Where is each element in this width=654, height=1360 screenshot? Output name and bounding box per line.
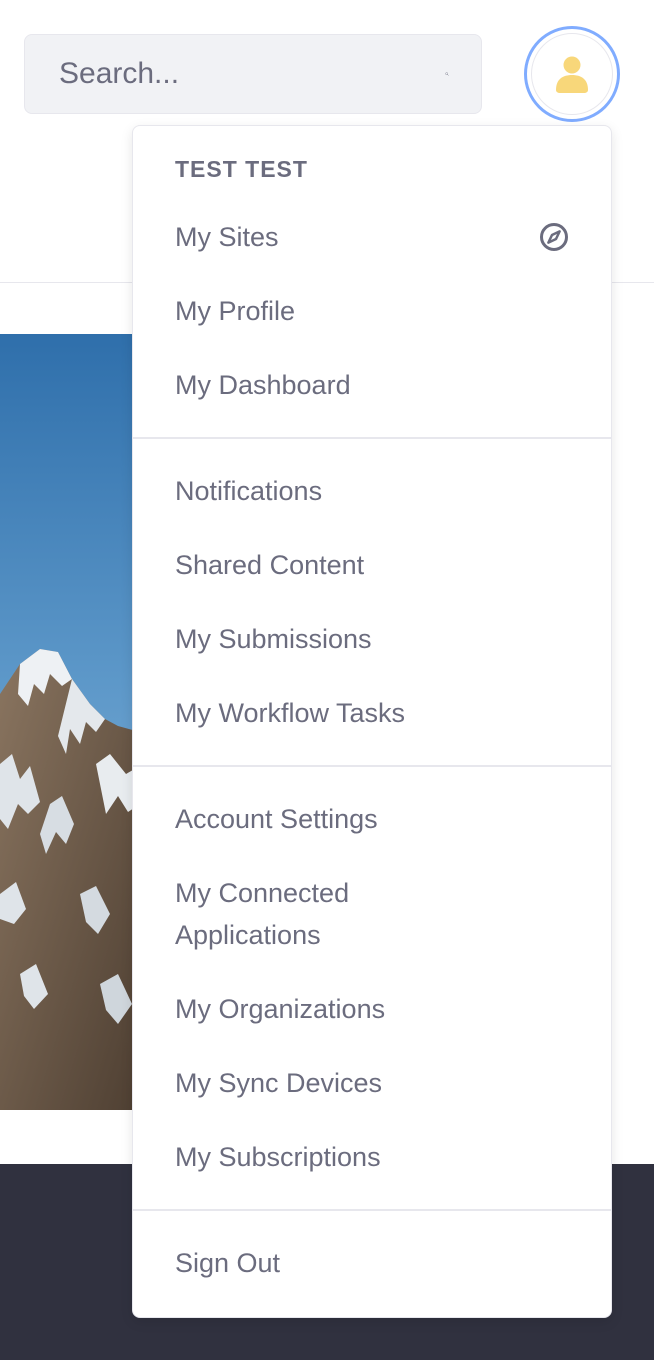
menu-item-label: My Sites — [175, 222, 279, 252]
search-box[interactable] — [24, 34, 482, 114]
menu-item-label: My Submissions — [175, 624, 372, 654]
menu-item-my-sync-devices[interactable]: My Sync Devices — [133, 1046, 611, 1120]
search-input[interactable] — [59, 57, 445, 91]
menu-item-label: My Connected Applications — [175, 878, 350, 950]
menu-item-label: My Dashboard — [175, 370, 351, 400]
menu-item-label: My Profile — [175, 296, 296, 326]
menu-item-shared-content[interactable]: Shared Content — [133, 528, 611, 602]
menu-divider — [133, 437, 611, 439]
menu-item-my-organizations[interactable]: My Organizations — [133, 972, 611, 1046]
avatar — [531, 33, 613, 115]
compass-icon — [540, 223, 568, 251]
menu-item-label: Sign Out — [175, 1248, 281, 1278]
menu-item-my-workflow-tasks[interactable]: My Workflow Tasks — [133, 676, 611, 750]
menu-item-label: Notifications — [175, 476, 323, 506]
menu-item-account-settings[interactable]: Account Settings — [133, 782, 611, 856]
menu-item-my-sites[interactable]: My Sites — [133, 200, 611, 274]
menu-divider — [133, 765, 611, 767]
menu-item-label: My Sync Devices — [175, 1068, 383, 1098]
menu-item-my-profile[interactable]: My Profile — [133, 274, 611, 348]
user-name-header: TEST TEST — [175, 155, 308, 182]
menu-item-notifications[interactable]: Notifications — [133, 454, 611, 528]
menu-item-my-connected-applications[interactable]: My Connected Applications — [133, 856, 611, 972]
menu-item-my-dashboard[interactable]: My Dashboard — [133, 348, 611, 422]
menu-item-label: My Organizations — [175, 994, 386, 1024]
menu-item-label: Shared Content — [175, 550, 365, 580]
user-dropdown-menu: TEST TEST My Sites My Profile My Dashboa… — [132, 125, 612, 1318]
user-avatar-button[interactable] — [524, 26, 620, 122]
hero-image — [0, 334, 140, 1110]
menu-item-label: My Subscriptions — [175, 1142, 381, 1172]
user-icon — [556, 56, 588, 93]
menu-item-label: Account Settings — [175, 804, 378, 834]
menu-divider — [133, 1209, 611, 1211]
search-icon[interactable] — [445, 59, 449, 89]
menu-item-my-submissions[interactable]: My Submissions — [133, 602, 611, 676]
menu-item-label: My Workflow Tasks — [175, 698, 406, 728]
menu-item-sign-out[interactable]: Sign Out — [133, 1226, 611, 1300]
menu-item-my-subscriptions[interactable]: My Subscriptions — [133, 1120, 611, 1194]
